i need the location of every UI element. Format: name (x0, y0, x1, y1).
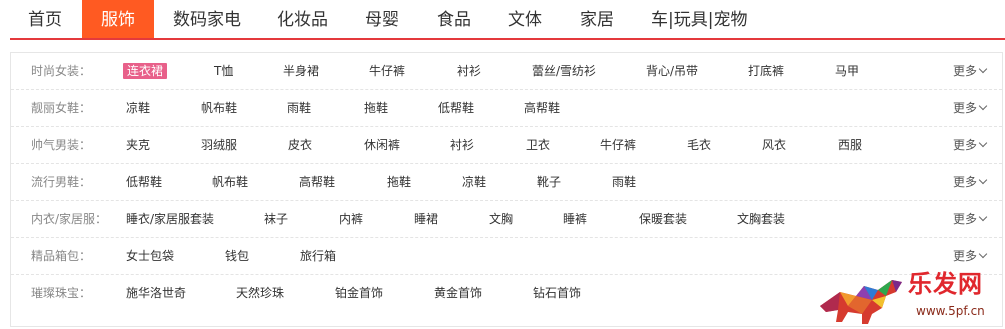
watermark-logo: 乐发网 www.5pf.cn (812, 262, 1005, 329)
category-link[interactable]: 半身裙 (283, 53, 319, 90)
nav-item-car-toys-pets[interactable]: 车|玩具|宠物 (651, 0, 747, 38)
chevron-down-icon (978, 212, 988, 222)
category-link[interactable]: 高帮鞋 (524, 90, 560, 127)
category-row-womens-fashion: 时尚女装： 连衣裙 T恤 半身裙 牛仔裤 衬衫 蕾丝/雪纺衫 背心/吊带 打底裤… (11, 53, 1002, 90)
category-label: 靓丽女鞋： (31, 101, 92, 115)
category-label: 帅气男装： (31, 138, 92, 152)
category-link[interactable]: 袜子 (264, 201, 288, 238)
category-link[interactable]: 拖鞋 (364, 90, 388, 127)
category-label: 精品箱包： (31, 249, 92, 263)
chevron-down-icon (978, 138, 988, 148)
category-link[interactable]: 内裤 (339, 201, 363, 238)
chevron-down-icon (978, 249, 988, 259)
chevron-down-icon (978, 101, 988, 111)
category-link[interactable]: 钻石首饰 (533, 275, 581, 312)
category-link[interactable]: 背心/吊带 (646, 53, 698, 90)
more-link[interactable]: 更多 (953, 201, 988, 238)
category-link[interactable]: 衬衫 (457, 53, 481, 90)
nav-item-home[interactable]: 首页 (28, 0, 62, 38)
category-row-underwear: 内衣/家居服： 睡衣/家居服套装 袜子 内裤 睡裙 文胸 睡裤 保暖套装 文胸套… (11, 201, 1002, 238)
category-link[interactable]: 皮衣 (288, 127, 312, 164)
category-link[interactable]: 施华洛世奇 (126, 275, 186, 312)
category-link[interactable]: 羽绒服 (201, 127, 237, 164)
category-link[interactable]: 低帮鞋 (438, 90, 474, 127)
category-link[interactable]: 保暖套装 (639, 201, 687, 238)
category-link[interactable]: 低帮鞋 (126, 164, 162, 201)
nav-item-electronics[interactable]: 数码家电 (173, 0, 241, 38)
category-link[interactable]: 钱包 (225, 238, 249, 275)
category-link[interactable]: 牛仔裤 (369, 53, 405, 90)
category-link[interactable]: 打底裤 (748, 53, 784, 90)
nav-item-food[interactable]: 食品 (437, 0, 471, 38)
more-link[interactable]: 更多 (953, 53, 988, 90)
nav-item-baby[interactable]: 母婴 (365, 0, 399, 38)
category-row-womens-shoes: 靓丽女鞋： 凉鞋 帆布鞋 雨鞋 拖鞋 低帮鞋 高帮鞋 更多 (11, 90, 1002, 127)
category-link[interactable]: 帆布鞋 (201, 90, 237, 127)
category-link[interactable]: 文胸 (489, 201, 513, 238)
category-row-mens-shoes: 流行男鞋： 低帮鞋 帆布鞋 高帮鞋 拖鞋 凉鞋 靴子 雨鞋 更多 (11, 164, 1002, 201)
category-row-mens-fashion: 帅气男装： 夹克 羽绒服 皮衣 休闲裤 衬衫 卫衣 牛仔裤 毛衣 风衣 西服 更… (11, 127, 1002, 164)
category-link[interactable]: 睡衣/家居服套装 (126, 201, 214, 238)
chevron-down-icon (978, 175, 988, 185)
category-link[interactable]: 铂金首饰 (335, 275, 383, 312)
category-label: 流行男鞋： (31, 175, 92, 189)
category-link[interactable]: 西服 (838, 127, 862, 164)
category-label: 时尚女装： (31, 64, 92, 78)
category-link[interactable]: 雨鞋 (612, 164, 636, 201)
category-link[interactable]: T恤 (214, 53, 233, 90)
nav-item-apparel[interactable]: 服饰 (82, 0, 154, 38)
more-link[interactable]: 更多 (953, 90, 988, 127)
category-link[interactable]: 凉鞋 (126, 90, 150, 127)
more-link[interactable]: 更多 (953, 164, 988, 201)
nav-item-home-goods[interactable]: 家居 (580, 0, 614, 38)
more-link[interactable]: 更多 (953, 127, 988, 164)
category-link[interactable]: 夹克 (126, 127, 150, 164)
nav-item-cosmetics[interactable]: 化妆品 (277, 0, 328, 38)
category-link[interactable]: 凉鞋 (462, 164, 486, 201)
category-link[interactable]: 拖鞋 (387, 164, 411, 201)
category-link[interactable]: 衬衫 (450, 127, 474, 164)
top-nav: 首页 服饰 数码家电 化妆品 母婴 食品 文体 家居 车|玩具|宠物 (10, 0, 1005, 40)
category-link[interactable]: 靴子 (537, 164, 561, 201)
category-link[interactable]: 休闲裤 (364, 127, 400, 164)
bull-logo-icon (820, 280, 902, 324)
category-link[interactable]: 文胸套装 (737, 201, 785, 238)
category-link[interactable]: 睡裤 (563, 201, 587, 238)
category-link[interactable]: 高帮鞋 (299, 164, 335, 201)
category-link[interactable]: 毛衣 (687, 127, 711, 164)
category-link[interactable]: 雨鞋 (287, 90, 311, 127)
category-link[interactable]: 马甲 (835, 53, 859, 90)
watermark-url: www.5pf.cn (916, 304, 985, 318)
category-link[interactable]: 帆布鞋 (212, 164, 248, 201)
watermark-text: 乐发网 (908, 269, 983, 298)
nav-item-stationery[interactable]: 文体 (508, 0, 542, 38)
category-link[interactable]: 天然珍珠 (236, 275, 284, 312)
category-link[interactable]: 旅行箱 (300, 238, 336, 275)
chevron-down-icon (978, 64, 988, 74)
category-label: 璀璨珠宝： (31, 286, 92, 300)
category-link[interactable]: 卫衣 (526, 127, 550, 164)
category-link[interactable]: 牛仔裤 (600, 127, 636, 164)
category-page: 首页 服饰 数码家电 化妆品 母婴 食品 文体 家居 车|玩具|宠物 时尚女装：… (0, 0, 1005, 329)
category-link[interactable]: 连衣裙 (123, 53, 168, 90)
category-link[interactable]: 睡裙 (414, 201, 438, 238)
category-link[interactable]: 女士包袋 (126, 238, 174, 275)
category-link[interactable]: 黄金首饰 (434, 275, 482, 312)
category-link[interactable]: 蕾丝/雪纺衫 (532, 53, 596, 90)
category-link[interactable]: 风衣 (762, 127, 786, 164)
category-label: 内衣/家居服： (31, 212, 108, 226)
